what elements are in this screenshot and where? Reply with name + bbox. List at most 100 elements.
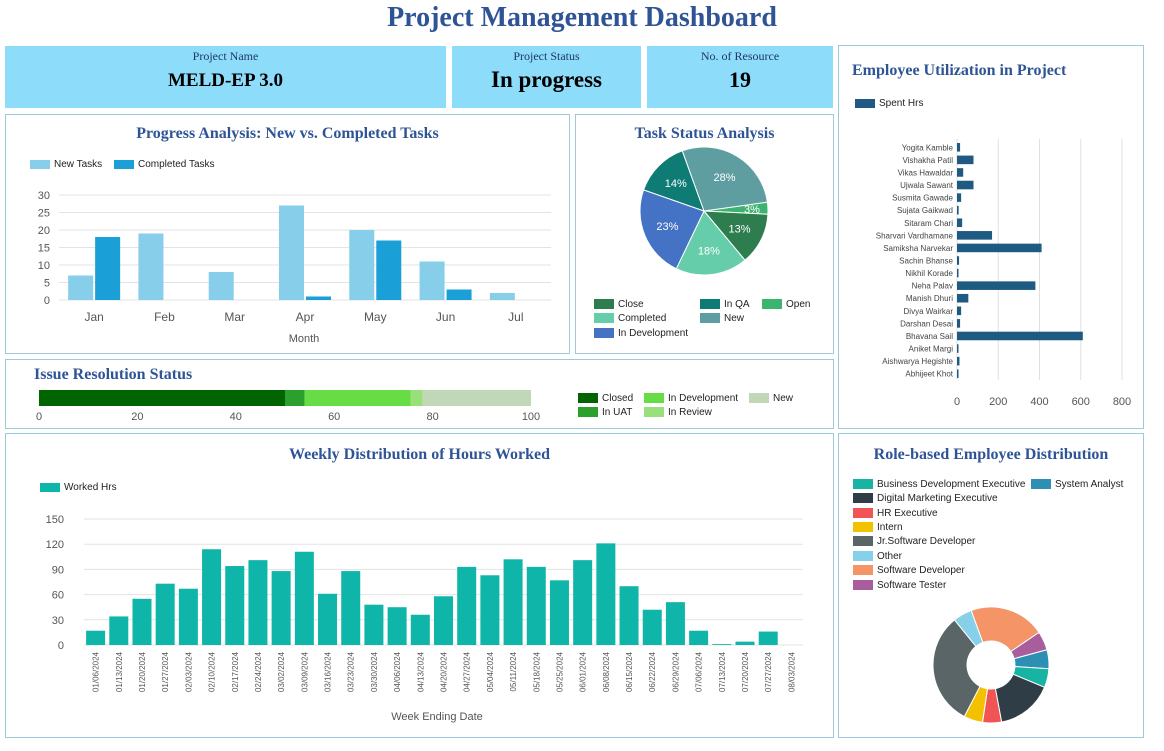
x-tick-label: 02/10/2024 — [208, 651, 217, 692]
bar — [132, 598, 152, 645]
y-tick-label: Vikas Hawaldar — [898, 168, 954, 177]
issue-legend-item: In UAT — [578, 407, 632, 418]
bar-completed — [446, 289, 472, 300]
legend-swatch — [594, 313, 614, 324]
task-legend-item: New — [700, 313, 744, 324]
bar — [178, 588, 198, 645]
x-tick-label: 60 — [328, 411, 340, 423]
kpi-project-name-label: Project Name — [192, 49, 259, 63]
bar — [410, 614, 430, 645]
dashboard-title: Project Management Dashboard — [387, 2, 777, 33]
bar — [434, 596, 453, 645]
y-tick-label: 20 — [38, 225, 50, 237]
x-tick-label: Mar — [224, 310, 245, 324]
x-tick-label: Jul — [508, 310, 523, 324]
kpi-resources-label: No. of Resource — [700, 49, 780, 63]
bar-new — [208, 272, 234, 300]
task-legend-item: In Development — [594, 328, 688, 339]
x-tick-label: 200 — [989, 396, 1007, 408]
y-tick-label: Sachin Bhanse — [899, 257, 953, 266]
x-tick-label: 600 — [1072, 396, 1090, 408]
x-tick-label: May — [364, 310, 387, 324]
bar — [549, 580, 569, 645]
bar — [957, 218, 963, 228]
x-tick-label: 05/18/2024 — [532, 651, 541, 692]
pie-slice-label: 23% — [656, 221, 678, 233]
x-tick-label: 05/04/2024 — [486, 651, 495, 692]
bar — [957, 193, 962, 202]
bar — [957, 319, 961, 328]
y-tick-label: Sujata Gaikwad — [897, 206, 953, 215]
x-tick-label: 07/13/2024 — [718, 651, 727, 692]
x-axis-label: Week Ending Date — [391, 711, 483, 723]
x-tick-label: 08/03/2024 — [787, 651, 796, 692]
x-tick-label: 80 — [426, 411, 438, 423]
y-tick-label: 150 — [46, 514, 64, 526]
bar-segment — [304, 390, 411, 406]
bar — [86, 630, 106, 645]
bar — [957, 155, 974, 165]
x-tick-label: 01/20/2024 — [138, 651, 147, 692]
x-tick-label: Feb — [154, 310, 175, 324]
kpi-project-status-label: Project Status — [513, 49, 580, 63]
bar-completed — [306, 296, 331, 300]
bar-new — [279, 205, 304, 300]
x-tick-label: 40 — [230, 411, 242, 423]
bar — [619, 586, 639, 645]
y-tick-label: Neha Palav — [912, 282, 953, 291]
pie-slice-label: 14% — [665, 178, 687, 190]
kpi-resources-value: 19 — [729, 67, 751, 92]
bar — [202, 549, 222, 645]
task-legend-item: Close — [594, 299, 644, 310]
pie-slice-label: 18% — [698, 245, 720, 257]
bar — [387, 607, 407, 645]
bar — [248, 560, 268, 645]
task-status-panel: Task Status Analysis 3% 13% 18% 23% 14% 28% C… — [575, 114, 834, 354]
bar — [364, 604, 384, 645]
bar — [735, 641, 755, 645]
bar-completed — [376, 240, 402, 300]
y-tick-label: 30 — [52, 615, 64, 627]
y-tick-label: 30 — [38, 190, 50, 202]
progress-chart: 0 5 10 15 20 25 30 Jan Feb Mar Apr May Jun Jul Month — [38, 190, 551, 345]
bar — [957, 281, 1036, 290]
issue-legend-item: Closed — [578, 393, 633, 404]
bar — [155, 583, 175, 645]
role-chart — [932, 606, 1050, 724]
bar — [642, 609, 662, 645]
bar — [341, 571, 361, 645]
bar-new — [419, 261, 445, 300]
weekly-chart: 0 30 60 90 120 150 01/06/2024 01/13/2024 01/20/2… — [46, 514, 803, 723]
bar — [225, 566, 245, 645]
bar — [758, 631, 778, 645]
y-tick-label: Sitaram Chari — [904, 219, 953, 228]
legend-swatch — [644, 407, 664, 418]
kpi-project-name: Project Name MELD-EP 3.0 — [5, 46, 446, 108]
y-tick-label: 0 — [44, 295, 50, 307]
y-tick-label: Nikhil Korade — [905, 269, 953, 278]
bar — [457, 566, 477, 645]
bar-segment — [422, 390, 531, 406]
issue-legend-item: New — [749, 393, 793, 404]
x-tick-label: 02/24/2024 — [254, 651, 263, 692]
progress-panel: Progress Analysis: New vs. Completed Tas… — [5, 114, 570, 354]
task-legend-item: In QA — [700, 299, 750, 310]
legend-label: Close — [618, 299, 644, 310]
y-tick-label: Darshan Desai — [900, 319, 953, 328]
legend-label: In QA — [724, 299, 750, 310]
y-tick-label: 120 — [46, 539, 64, 551]
legend-label: In UAT — [602, 407, 633, 418]
bar — [109, 616, 129, 645]
x-tick-label: 06/22/2024 — [648, 651, 657, 692]
y-tick-label: 25 — [38, 208, 50, 220]
x-tick-label: 03/02/2024 — [277, 651, 286, 692]
legend-label: New — [724, 313, 745, 324]
x-tick-label: 03/30/2024 — [370, 651, 379, 692]
legend-label: Completed — [618, 313, 667, 324]
x-tick-label: 0 — [954, 396, 960, 408]
task-status-chart: 3%13%18%23%14%28% — [639, 146, 769, 276]
legend-swatch — [762, 299, 782, 310]
x-tick-label: Jun — [436, 310, 455, 324]
y-tick-label: 60 — [52, 590, 64, 602]
x-tick-label: 06/29/2024 — [671, 651, 680, 692]
